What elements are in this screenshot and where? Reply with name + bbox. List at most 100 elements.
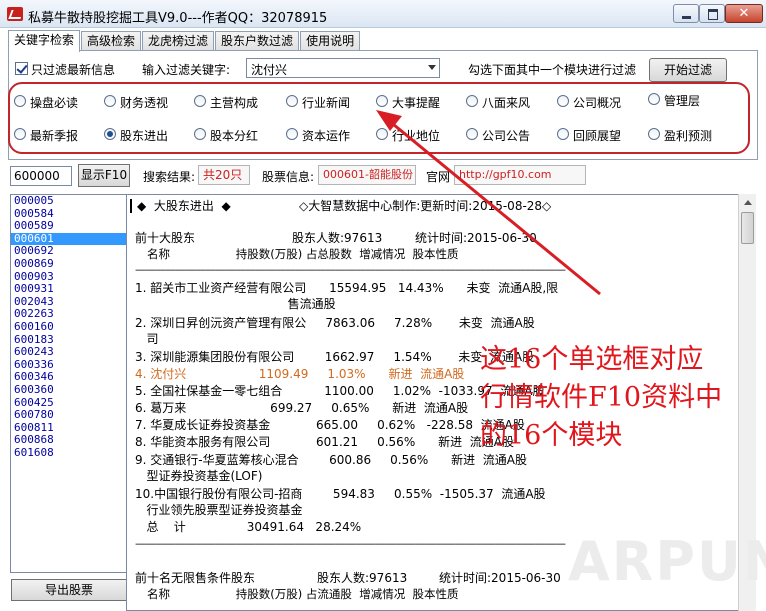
module-label: 盈利预测 bbox=[664, 129, 713, 143]
list-item[interactable]: 600360 bbox=[11, 383, 126, 397]
only-latest-label: 只过滤最新信息 bbox=[31, 63, 116, 77]
section2-columns: 名称 持股数(万股) 占流通股 增减情况 股本性质 bbox=[147, 587, 459, 601]
f10-source: ◇大智慧数据中心制作:更新时间:2015-08-28◇ bbox=[299, 199, 552, 213]
tab-keyword-search[interactable]: 关键字检索 bbox=[8, 30, 81, 52]
stock-info-value: 000601-韶能股份 bbox=[318, 165, 416, 185]
stock-code-input[interactable]: 600000 bbox=[10, 166, 72, 186]
radio-module[interactable] bbox=[14, 95, 26, 107]
radio-module[interactable] bbox=[376, 128, 388, 140]
radio-module[interactable] bbox=[557, 95, 569, 107]
list-item[interactable]: 000005 bbox=[11, 195, 126, 208]
radio-module-selected[interactable] bbox=[104, 128, 116, 140]
stock-info-label: 股票信息: bbox=[262, 170, 315, 184]
module-label: 行业新闻 bbox=[302, 96, 351, 110]
table-row-total: 总 计 30491.64 28.24% bbox=[135, 520, 362, 534]
radio-module[interactable] bbox=[648, 128, 660, 140]
radio-module[interactable] bbox=[557, 128, 569, 140]
stock-code-list[interactable]: 000005 000584 000589 000601 000692 00086… bbox=[10, 194, 127, 573]
app-icon bbox=[7, 7, 23, 21]
table-row: 售流通股 bbox=[135, 297, 336, 311]
show-f10-button[interactable]: 显示F10 bbox=[78, 164, 130, 187]
divider: ————————————————————————————————————————… bbox=[135, 537, 566, 550]
radio-module[interactable] bbox=[286, 128, 298, 140]
annotation-text: 这16个单选框对应行情软件F10资料中的16个模块 bbox=[480, 344, 723, 451]
tab-advanced-search[interactable]: 高级检索 bbox=[81, 31, 142, 51]
table-row: 行业领先股票型证券投资基金 bbox=[135, 503, 303, 517]
only-latest-checkbox[interactable] bbox=[15, 62, 28, 75]
maximize-button[interactable] bbox=[699, 4, 725, 23]
divider: ————————————————————————————————————————… bbox=[135, 263, 566, 276]
module-label: 公司公告 bbox=[482, 129, 531, 143]
table-row: 10.中国银行股份有限公司-招商 594.83 0.55% -1505.37 流… bbox=[135, 487, 546, 501]
start-filter-button[interactable]: 开始过滤 bbox=[649, 58, 727, 82]
list-item[interactable]: 601608 bbox=[11, 446, 126, 460]
radio-module[interactable] bbox=[466, 95, 478, 107]
list-item[interactable]: 000931 bbox=[11, 283, 126, 296]
list-item[interactable]: 000589 bbox=[11, 220, 126, 233]
radio-module[interactable] bbox=[648, 93, 660, 105]
table-row: 型证券投资基金(LOF) bbox=[135, 469, 263, 483]
export-stocks-button[interactable]: 导出股票 bbox=[11, 579, 127, 601]
table-row: 3. 深圳能源集团股份有限公司 1662.97 1.54% 未变 流通A股 bbox=[135, 350, 535, 364]
list-item[interactable]: 600780 bbox=[11, 408, 126, 422]
radio-module[interactable] bbox=[104, 95, 116, 107]
radio-module[interactable] bbox=[286, 95, 298, 107]
watermark: ARPUN bbox=[568, 530, 766, 593]
module-label: 资本运作 bbox=[302, 129, 351, 143]
f10-title: ◆ 大股东进出 ◆ bbox=[137, 199, 231, 213]
section2-heading: 前十名无限售条件股东 bbox=[135, 571, 256, 585]
section2-holders: 股东人数:97613 bbox=[317, 571, 408, 585]
table-row: 6. 葛万来 699.27 0.65% 新进 流通A股 bbox=[135, 401, 469, 415]
module-label: 股本分红 bbox=[210, 129, 259, 143]
table-row-highlighted: 4. 沈付兴 1109.49 1.03% 新进 流通A股 bbox=[135, 367, 465, 381]
tab-dragon-tiger-filter[interactable]: 龙虎榜过滤 bbox=[142, 31, 215, 51]
radio-module[interactable] bbox=[376, 95, 388, 107]
radio-module[interactable] bbox=[194, 95, 206, 107]
keyword-label: 输入过滤关键字: bbox=[142, 63, 231, 77]
module-label: 最新季报 bbox=[30, 129, 79, 143]
module-label: 股东进出 bbox=[120, 129, 169, 143]
module-label: 管理层 bbox=[664, 94, 701, 108]
result-count: 共20只 bbox=[198, 165, 250, 185]
table-row: 7. 华夏成长证券投资基金 665.00 0.62% -228.58 流通A股 bbox=[135, 418, 525, 432]
module-label: 主营构成 bbox=[210, 96, 259, 110]
list-item[interactable]: 000869 bbox=[11, 257, 126, 271]
result-label: 搜索结果: bbox=[143, 170, 196, 184]
close-icon: ✕ bbox=[738, 6, 750, 21]
website-label: 官网 bbox=[426, 170, 451, 184]
table-row: 司 bbox=[135, 332, 159, 346]
minimize-button[interactable] bbox=[673, 4, 699, 23]
filter-hint: 勾选下面其中一个模块进行过滤 bbox=[468, 63, 637, 77]
website-link[interactable]: http://gpf10.com bbox=[454, 165, 586, 185]
list-item[interactable]: 600243 bbox=[11, 346, 126, 359]
table-row: 9. 交通银行-华夏蓝筹核心混合 600.86 0.56% 新进 流通A股 bbox=[135, 453, 528, 467]
section2-date: 统计时间:2015-06-30 bbox=[439, 571, 561, 585]
table-row: 1. 韶关市工业资产经营有限公司 15594.95 14.43% 未变 流通A股… bbox=[135, 281, 559, 295]
radio-module[interactable] bbox=[466, 128, 478, 140]
module-label: 八面来风 bbox=[482, 96, 531, 110]
chevron-down-icon bbox=[428, 65, 436, 70]
module-label: 财务透视 bbox=[120, 96, 169, 110]
scroll-up-icon[interactable] bbox=[739, 194, 756, 211]
module-label: 大事提醒 bbox=[392, 96, 441, 110]
module-label: 公司概况 bbox=[573, 96, 622, 110]
radio-module[interactable] bbox=[14, 128, 26, 140]
close-button[interactable]: ✕ bbox=[725, 4, 763, 23]
module-label: 行业地位 bbox=[392, 129, 441, 143]
tab-instructions[interactable]: 使用说明 bbox=[300, 31, 361, 51]
section1-heading: 前十大股东 bbox=[135, 231, 196, 245]
tab-holder-count-filter[interactable]: 股东户数过滤 bbox=[215, 31, 300, 51]
keyword-value: 沈付兴 bbox=[251, 63, 288, 77]
radio-module[interactable] bbox=[194, 128, 206, 140]
keyword-combobox[interactable]: 沈付兴 bbox=[246, 58, 440, 78]
window-title: 私募牛散持股挖掘工具V9.0---作者QQ：32078915 bbox=[28, 11, 328, 26]
section1-holders: 股东人数:97613 bbox=[292, 231, 383, 245]
module-label: 操盘必读 bbox=[30, 96, 79, 110]
table-row: 8. 华能资本服务有限公司 601.21 0.56% 新进 流通A股 bbox=[135, 435, 514, 449]
list-item[interactable]: 600160 bbox=[11, 320, 126, 334]
section1-columns: 名称 持股数(万股) 占总股数 增减情况 股本性质 bbox=[147, 247, 459, 261]
section1-date: 统计时间:2015-06-30 bbox=[415, 231, 537, 245]
list-item[interactable]: 600868 bbox=[11, 434, 126, 447]
scroll-thumb[interactable] bbox=[741, 212, 754, 244]
module-label: 回顾展望 bbox=[573, 129, 622, 143]
